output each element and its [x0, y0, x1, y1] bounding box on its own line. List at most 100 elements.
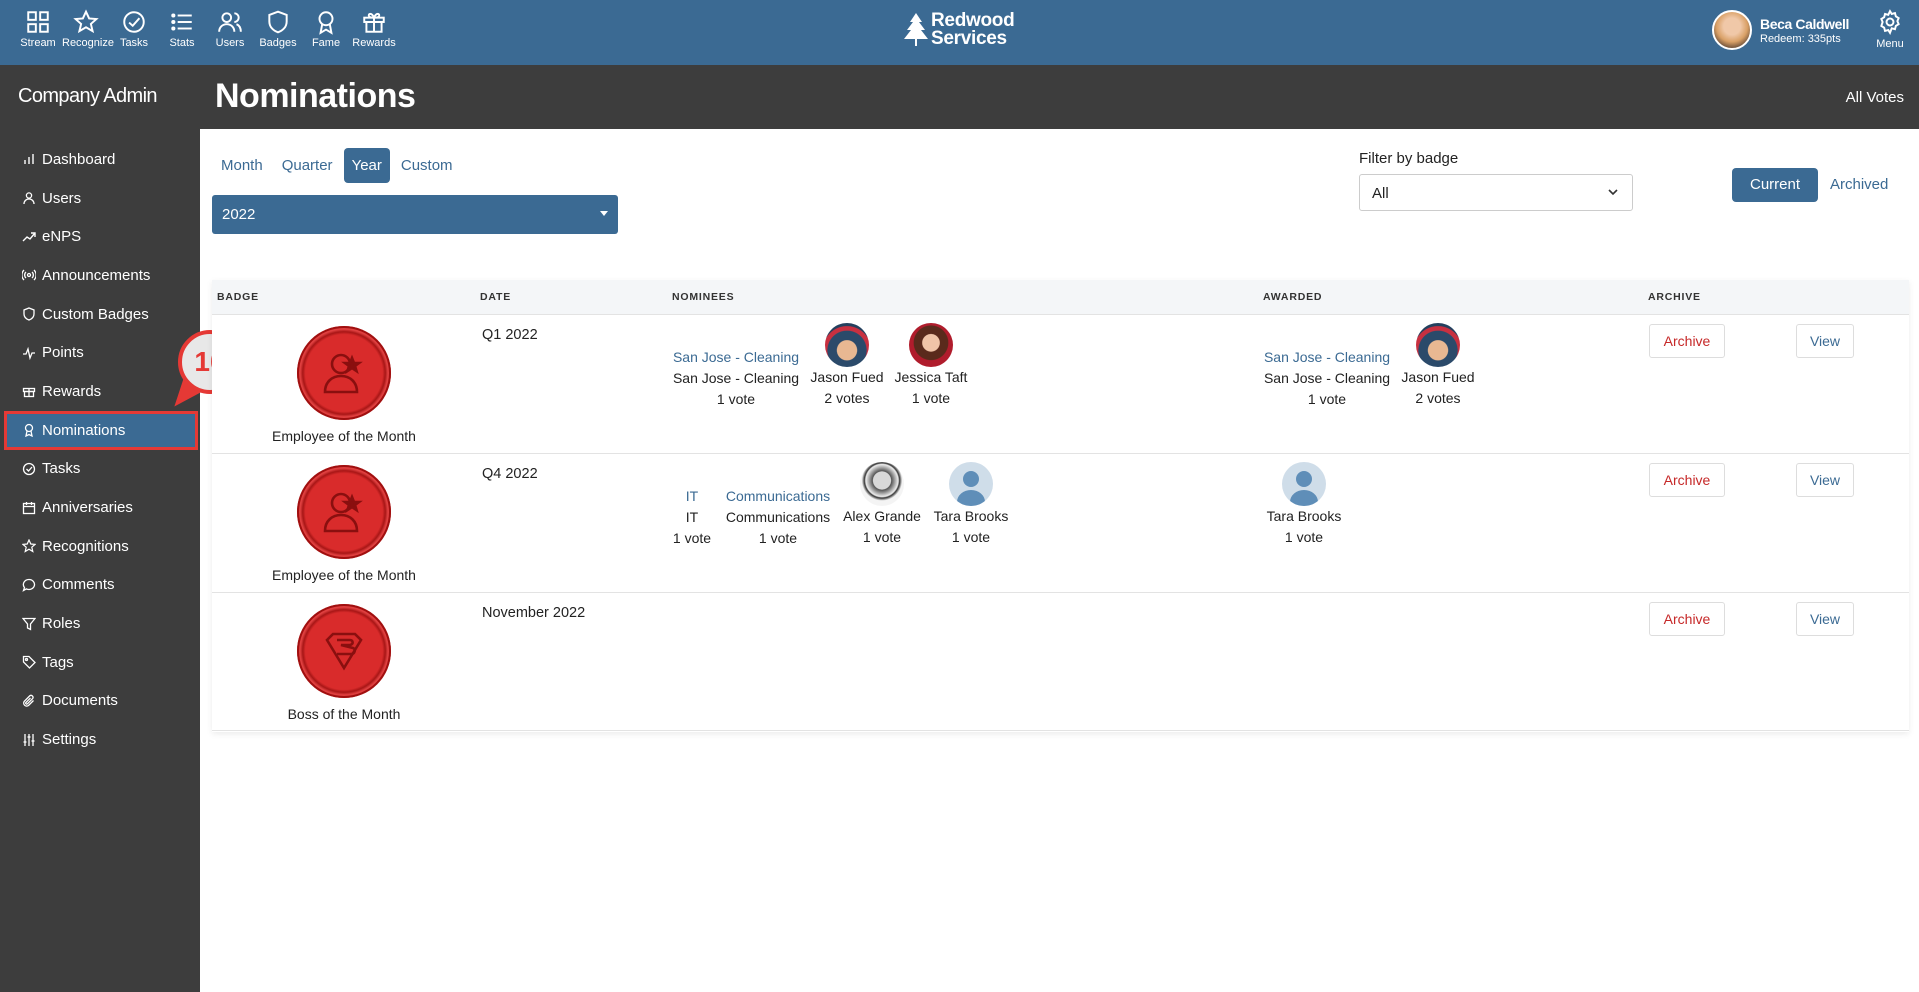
check-circle-icon [123, 11, 145, 33]
avatar [1712, 10, 1752, 50]
nominee-name: IT [685, 509, 699, 525]
nominee-group[interactable]: San Jose - Cleaning San Jose - Cleaning … [672, 347, 800, 410]
badge-filter-select[interactable]: All [1359, 174, 1633, 211]
nominee-person[interactable]: Tara Brooks 1 vote [931, 462, 1011, 548]
tab-quarter[interactable]: Quarter [274, 148, 341, 183]
column-header-nominees: NOMINEES [672, 291, 735, 303]
sidebar-item-settings[interactable]: Settings [0, 720, 200, 759]
award-icon [24, 424, 34, 438]
sidebar-item-tags[interactable]: Tags [0, 643, 200, 682]
users-icon [218, 12, 242, 32]
archive-button[interactable]: Archive [1649, 463, 1725, 497]
award-icon [318, 11, 334, 35]
sidebar-item-documents[interactable]: Documents [0, 682, 200, 721]
sidebar-item-tasks[interactable]: Tasks [0, 450, 200, 489]
sidebar-item-label: Settings [42, 731, 97, 749]
awarded-group-link[interactable]: San Jose - Cleaning [1263, 347, 1391, 368]
badge-cell: Employee of the Month [252, 465, 436, 583]
awarded-group[interactable]: San Jose - Cleaning San Jose - Cleaning … [1263, 347, 1391, 410]
awarded-person[interactable]: Tara Brooks 1 vote [1264, 462, 1344, 548]
table-row: Employee of the Month Q1 2022 San Jose -… [212, 314, 1909, 452]
nominee-votes: 1 vote [672, 530, 712, 546]
view-button[interactable]: View [1796, 324, 1854, 358]
sidebar-item-recognitions[interactable]: Recognitions [0, 527, 200, 566]
view-button[interactable]: View [1796, 602, 1854, 636]
grid-icon [27, 11, 49, 33]
column-header-date: DATE [480, 291, 512, 303]
logo-text: Redwood Services [931, 11, 1015, 48]
table-header: BADGE DATE NOMINEES AWARDED ARCHIVE [212, 280, 1909, 314]
employee-badge-icon [297, 465, 391, 559]
awarded-person[interactable]: Jason Fued 2 votes [1398, 323, 1478, 409]
sidebar-item-enps[interactable]: eNPS [0, 217, 200, 256]
current-button[interactable]: Current [1732, 168, 1818, 202]
nominee-group-link[interactable]: IT [672, 486, 712, 507]
nav-badges[interactable]: Badges [254, 9, 302, 49]
tab-year[interactable]: Year [343, 148, 390, 183]
sidebar-item-label: Users [42, 189, 82, 207]
activity-icon [23, 346, 35, 360]
sidebar-item-nominations[interactable]: Nominations [4, 410, 198, 450]
sidebar-item-label: Roles [42, 615, 81, 633]
sidebar-item-label: Announcements [42, 266, 151, 284]
nominee-votes: 1 vote [911, 390, 951, 406]
nominee-person[interactable]: Alex Grande 1 vote [842, 462, 922, 548]
gear-icon [1880, 9, 1900, 35]
nav-recognize[interactable]: Recognize [62, 9, 114, 49]
sidebar-title: Company Admin [18, 85, 158, 107]
archive-button[interactable]: Archive [1649, 602, 1725, 636]
sidebar-item-announcements[interactable]: Announcements [0, 256, 200, 295]
sidebar-item-label: Comments [42, 576, 115, 594]
column-header-badge: BADGE [217, 291, 259, 303]
chevron-down-icon [1608, 189, 1618, 196]
period-tabs: Month Quarter Year Custom [213, 148, 464, 183]
top-bar: Stream Recognize Tasks Stats Users Badge… [0, 0, 1919, 65]
tab-custom[interactable]: Custom [393, 148, 461, 183]
nominee-group-link[interactable]: San Jose - Cleaning [672, 347, 800, 368]
nav-rewards[interactable]: Rewards [350, 9, 398, 49]
sidebar-item-roles[interactable]: Roles [0, 604, 200, 643]
company-logo[interactable]: Redwood Services [903, 11, 1015, 48]
page-title: Nominations [215, 77, 416, 115]
row-date: Q4 2022 [482, 466, 538, 482]
user-profile[interactable]: Beca Caldwell Redeem: 335pts [1712, 10, 1849, 50]
nominee-group[interactable]: IT IT 1 vote [672, 486, 712, 549]
column-header-awarded: AWARDED [1263, 291, 1323, 303]
view-button[interactable]: View [1796, 463, 1854, 497]
trending-up-icon [22, 232, 36, 242]
nominee-votes: 1 vote [862, 529, 902, 545]
nav-stats[interactable]: Stats [158, 9, 206, 49]
nominee-group[interactable]: Communications Communications 1 vote [722, 486, 834, 549]
menu-button[interactable]: Menu [1870, 9, 1910, 50]
sidebar-item-label: Tags [42, 653, 74, 671]
nominee-votes: 1 vote [716, 391, 756, 407]
sidebar-item-comments[interactable]: Comments [0, 566, 200, 605]
sidebar-item-label: Points [42, 344, 84, 362]
sidebar-item-label: eNPS [42, 228, 82, 246]
nominee-name: Tara Brooks [933, 508, 1009, 524]
calendar-icon [22, 501, 36, 514]
list-icon [171, 13, 192, 31]
year-select[interactable]: 2022 [212, 195, 618, 234]
sidebar-item-anniversaries[interactable]: Anniversaries [0, 488, 200, 527]
sidebar-item-users[interactable]: Users [0, 179, 200, 218]
archive-button[interactable]: Archive [1649, 324, 1725, 358]
sidebar-item-points[interactable]: Points [0, 333, 200, 372]
nav-tasks[interactable]: Tasks [110, 9, 158, 49]
awarded-name: Jason Fued [1401, 369, 1475, 385]
sidebar-item-dashboard[interactable]: Dashboard [0, 140, 200, 179]
nav-label: Rewards [352, 37, 396, 49]
sidebar-item-custom-badges[interactable]: Custom Badges [0, 295, 200, 334]
nominee-group-link[interactable]: Communications [722, 486, 834, 507]
nav-users[interactable]: Users [206, 9, 254, 49]
nav-label: Stream [20, 37, 56, 49]
archived-button[interactable]: Archived [1830, 168, 1888, 202]
nav-fame[interactable]: Fame [302, 9, 350, 49]
nav-stream[interactable]: Stream [14, 9, 62, 49]
badge-cell: Boss of the Month [252, 604, 436, 722]
tab-month[interactable]: Month [213, 148, 271, 183]
nominee-person[interactable]: Jason Fued 2 votes [807, 323, 887, 409]
paperclip-icon [23, 694, 34, 707]
all-votes-link[interactable]: All Votes [1846, 89, 1904, 106]
nominee-person[interactable]: Jessica Taft 1 vote [891, 323, 971, 409]
